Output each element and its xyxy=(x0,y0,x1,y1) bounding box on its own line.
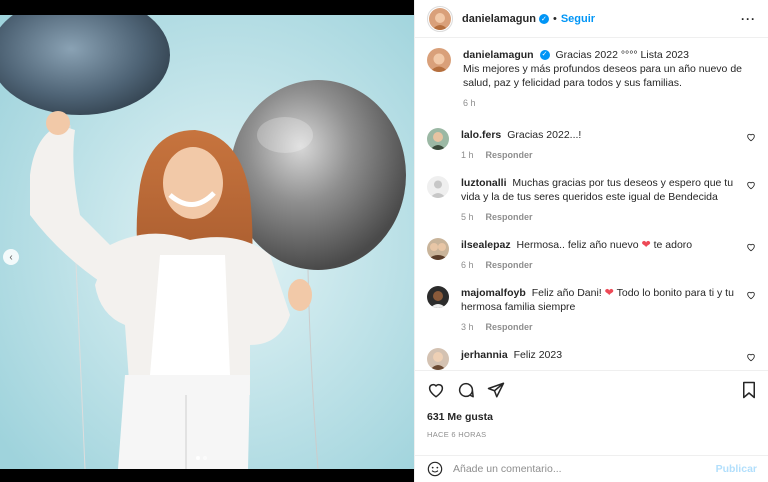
red-heart-icon: ❤ xyxy=(641,239,651,251)
like-comment-heart-icon[interactable] xyxy=(746,180,756,190)
comment-username[interactable]: majomalfoyb xyxy=(461,287,526,299)
comment-username[interactable]: ilsealepaz xyxy=(461,239,511,251)
post-photo xyxy=(0,15,414,469)
post-timestamp: HACE 6 HORAS xyxy=(427,430,487,439)
share-icon[interactable] xyxy=(487,381,505,399)
verified-icon: ✓ xyxy=(539,50,550,61)
comment-time: 1 h xyxy=(461,150,474,160)
comment-text: Feliz año Dani! xyxy=(531,287,602,299)
carousel-dots xyxy=(196,456,207,460)
caption-time: 6 h xyxy=(463,98,476,108)
comment-item: jerhannia Feliz 2023 xyxy=(427,348,756,370)
comment-text-after: te adoro xyxy=(653,239,693,251)
comments-list[interactable]: danielamagun ✓ Gracias 2022 °°°° Lista 2… xyxy=(415,38,768,370)
comment-input[interactable] xyxy=(453,463,716,475)
comment-username[interactable]: luztonalli xyxy=(461,177,507,189)
avatar[interactable] xyxy=(427,238,449,260)
avatar[interactable] xyxy=(427,48,451,72)
comment-item: lalo.fers Gracias 2022...! 1 h Responder xyxy=(427,128,756,162)
publish-button[interactable]: Publicar xyxy=(716,463,757,475)
reply-button[interactable]: Responder xyxy=(486,148,533,162)
comment-username[interactable]: lalo.fers xyxy=(461,129,501,141)
bookmark-icon[interactable] xyxy=(741,381,757,399)
author-username[interactable]: danielamagun xyxy=(462,13,536,25)
caption-body: Mis mejores y más profundos deseos para … xyxy=(463,63,742,89)
like-comment-heart-icon[interactable] xyxy=(746,290,756,300)
comment-bar: Publicar xyxy=(415,455,768,482)
carousel-dot xyxy=(203,456,207,460)
author-avatar-ring[interactable] xyxy=(427,5,453,32)
reply-button[interactable]: Responder xyxy=(486,210,533,224)
likes-count[interactable]: 631 Me gusta xyxy=(427,411,757,423)
heart-icon[interactable] xyxy=(427,381,445,399)
avatar[interactable] xyxy=(427,286,449,308)
comment-text: Feliz 2023 xyxy=(513,349,563,361)
carousel-dot xyxy=(196,456,200,460)
post-header: danielamagun ✓ • Seguir ··· xyxy=(415,0,768,38)
comment-item: luztonalli Muchas gracias por tus deseos… xyxy=(427,176,756,224)
comment-time: 3 h xyxy=(461,322,474,332)
comment-text: Gracias 2022...! xyxy=(507,129,582,141)
avatar[interactable] xyxy=(427,348,449,370)
post-side-panel: danielamagun ✓ • Seguir ··· danielamagun… xyxy=(414,0,768,482)
caption: danielamagun ✓ Gracias 2022 °°°° Lista 2… xyxy=(427,48,756,110)
avatar[interactable] xyxy=(427,128,449,150)
follow-button[interactable]: Seguir xyxy=(561,13,595,25)
reply-button[interactable]: Responder xyxy=(486,320,533,334)
previous-image-button[interactable]: ‹ xyxy=(3,249,19,265)
reply-button[interactable]: Responder xyxy=(486,258,533,272)
like-comment-heart-icon[interactable] xyxy=(746,242,756,252)
like-comment-heart-icon[interactable] xyxy=(746,132,756,142)
separator-dot: • xyxy=(552,12,557,25)
caption-username[interactable]: danielamagun xyxy=(463,49,534,61)
avatar[interactable] xyxy=(427,176,449,198)
comment-time: 6 h xyxy=(461,260,474,270)
emoji-icon[interactable] xyxy=(427,461,443,477)
verified-icon: ✓ xyxy=(538,13,549,24)
red-heart-icon: ❤ xyxy=(604,287,614,299)
more-icon[interactable]: ··· xyxy=(741,12,756,26)
comment-time: 5 h xyxy=(461,212,474,222)
like-comment-heart-icon[interactable] xyxy=(746,352,756,362)
comment-username[interactable]: jerhannia xyxy=(461,349,508,361)
post-actions: 631 Me gusta HACE 6 HORAS xyxy=(415,370,768,455)
comment-icon[interactable] xyxy=(457,381,475,399)
comment-item: ilsealepaz Hermosa.. feliz año nuevo ❤ t… xyxy=(427,238,756,272)
comment-text: Hermosa.. feliz año nuevo xyxy=(516,239,639,251)
post-media: ‹ xyxy=(0,15,414,469)
comment-item: majomalfoyb Feliz año Dani! ❤ Todo lo bo… xyxy=(427,286,756,334)
caption-title: Gracias 2022 °°°° Lista 2023 xyxy=(555,49,689,61)
avatar[interactable] xyxy=(429,7,451,30)
